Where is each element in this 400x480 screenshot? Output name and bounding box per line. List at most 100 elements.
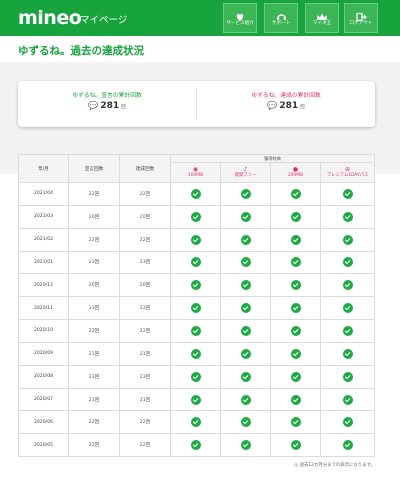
nav-support-label: サポート (271, 21, 291, 26)
cell-bonus-status (319, 182, 376, 206)
cell-bonus-status (270, 341, 321, 366)
cell-declared: 23回 (68, 364, 120, 389)
chat-bubble-icon: 💬 (267, 101, 278, 110)
cell-achieved: 22回 (119, 410, 171, 435)
cell-declared: 20回 (68, 273, 120, 298)
bonus-premium-pass-header: ⊕ プレミアム1DAYパス (319, 162, 376, 183)
cell-bonus-status (220, 410, 271, 435)
table-row: 2020/09 21回 21回 (18, 341, 376, 366)
check-icon (290, 394, 301, 405)
check-icon (290, 440, 301, 451)
cell-achieved: 23回 (119, 250, 171, 275)
cell-bonus-status (270, 227, 321, 252)
cell-bonus-status (270, 273, 321, 298)
check-icon (190, 234, 201, 245)
main-content: ゆずるね。過去の達成状況 ゆずるね。宣言の累計回数 💬 281 回 ゆずるね。達成の… (0, 36, 400, 480)
nav-logout-label: ログアウト (349, 21, 373, 26)
col-header-achieved: 達成回数 (119, 154, 171, 183)
cell-achieved: 23回 (119, 296, 171, 321)
cell-month: 2020/09 (18, 341, 69, 366)
cell-bonus-status (270, 182, 321, 206)
music-note-icon: ♪ (243, 166, 248, 173)
cell-bonus-status (220, 204, 271, 229)
declared-total-value: 💬 281 回 (88, 101, 126, 111)
cell-achieved: 20回 (119, 204, 171, 229)
check-icon (240, 234, 251, 245)
table-row: 2021/01 23回 23回 (18, 250, 376, 275)
check-icon (342, 234, 353, 245)
cell-month: 2020/05 (18, 433, 69, 458)
check-icon (190, 188, 201, 199)
nav-service-button[interactable]: サービス紹介 (223, 3, 257, 33)
footnote: ◎ 過去12カ月分までの表示になります。 (294, 463, 375, 468)
check-icon (190, 211, 201, 222)
check-icon (240, 394, 251, 405)
cell-bonus-status (270, 433, 321, 458)
cell-bonus-status (319, 387, 376, 412)
cell-declared: 21回 (68, 387, 120, 412)
cell-declared: 22回 (68, 410, 120, 435)
cell-bonus-status (319, 250, 376, 275)
cell-bonus-status (270, 204, 321, 229)
check-icon (240, 348, 251, 359)
check-icon (240, 440, 251, 451)
cell-bonus-status (270, 250, 321, 275)
cell-bonus-status (170, 182, 221, 206)
table-row: 2020/06 22回 22回 (18, 410, 376, 435)
cell-bonus-status (319, 364, 376, 389)
table-row: 2020/08 23回 23回 (18, 364, 376, 389)
check-icon (190, 394, 201, 405)
cell-month: 2020/11 (18, 296, 69, 321)
cell-declared: 23回 (68, 250, 120, 275)
cell-bonus-status (319, 296, 376, 321)
col-header-declared: 宣言回数 (68, 154, 120, 183)
mineo-logo[interactable]: mineo (18, 7, 82, 29)
cell-declared: 20回 (68, 204, 120, 229)
nav-support-button[interactable]: サポート (264, 3, 298, 33)
cell-bonus-status (170, 410, 221, 435)
bonus-200mb-header: ● 200MB (270, 162, 321, 183)
check-icon (290, 303, 301, 314)
check-icon (240, 257, 251, 268)
nav-logout-button[interactable]: ログアウト (344, 3, 378, 33)
col-header-bonus: 獲得特典 (169, 154, 376, 163)
cell-month: 2020/08 (18, 364, 69, 389)
cell-month: 2020/12 (18, 273, 69, 298)
table-row: 2020/11 23回 23回 (18, 296, 376, 321)
logout-icon (345, 4, 377, 22)
page-name: マイページ (80, 15, 128, 26)
cell-bonus-status (220, 319, 271, 343)
nav-mineo-king-label: マイネ王 (312, 21, 332, 26)
check-icon (240, 188, 251, 199)
cell-month: 2020/07 (18, 387, 69, 412)
history-table: 年/月 宣言回数 達成回数 獲得特典 ◉ 100MB ♪ 夜間フリー ● 200MB … (18, 154, 376, 458)
nav-mineo-king-button[interactable]: マイネ王 (305, 3, 339, 33)
check-icon (190, 325, 201, 336)
cell-bonus-status (319, 341, 376, 366)
check-icon (190, 348, 201, 359)
cell-bonus-status (170, 433, 221, 458)
check-icon (240, 325, 251, 336)
cell-declared: 22回 (68, 227, 120, 252)
cell-bonus-status (170, 273, 221, 298)
cell-bonus-status (170, 387, 221, 412)
check-icon (342, 440, 353, 451)
cell-bonus-status (170, 250, 221, 275)
cell-month: 2021/01 (18, 250, 69, 275)
cell-declared: 22回 (68, 182, 120, 206)
cell-bonus-status (319, 204, 376, 229)
table-row: 2020/05 22回 22回 (18, 433, 376, 458)
data-drop-icon: ◉ (192, 166, 199, 173)
check-icon (342, 325, 353, 336)
cell-bonus-status (170, 364, 221, 389)
cell-bonus-status (220, 364, 271, 389)
nav-service-label: サービス紹介 (226, 21, 254, 26)
premium-pass-icon: ⊕ (344, 166, 351, 173)
achieved-total-label: ゆずるね。達成の累計回数 (251, 93, 321, 99)
history-table-body: 2021/04 22回 22回 2021/03 20回 20回 2021/02 22回 22回 2… (18, 182, 376, 458)
cell-bonus-status (170, 296, 221, 321)
check-icon (240, 303, 251, 314)
check-icon (190, 371, 201, 382)
cell-month: 2020/06 (18, 410, 69, 435)
cell-bonus-status (220, 182, 271, 206)
